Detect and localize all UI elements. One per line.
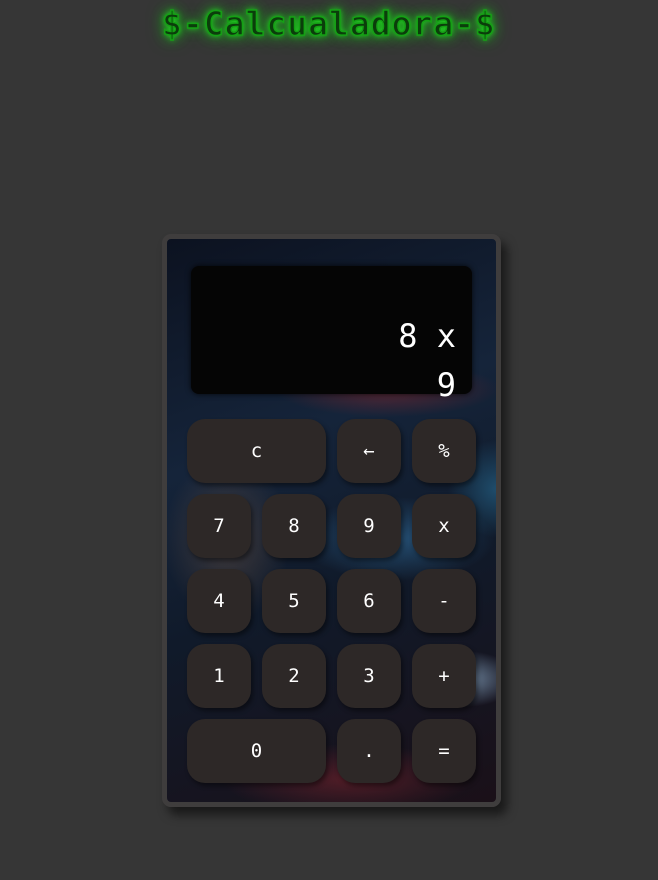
digit-7-button[interactable]: 7 <box>187 494 251 558</box>
subtract-button[interactable]: - <box>412 569 476 633</box>
digit-1-button[interactable]: 1 <box>187 644 251 708</box>
percent-button[interactable]: % <box>412 419 476 483</box>
digit-2-button[interactable]: 2 <box>262 644 326 708</box>
digit-8-button[interactable]: 8 <box>262 494 326 558</box>
backspace-button[interactable]: ← <box>337 419 401 483</box>
decimal-button[interactable]: . <box>337 719 401 783</box>
calculator-display: 8 x 9 <box>191 266 472 403</box>
page-title: $-Calcualadora-$ <box>161 3 496 44</box>
equals-button[interactable]: = <box>412 719 476 783</box>
digit-3-button[interactable]: 3 <box>337 644 401 708</box>
digit-6-button[interactable]: 6 <box>337 569 401 633</box>
multiply-button[interactable]: x <box>412 494 476 558</box>
current-value-display: 9 <box>436 366 456 404</box>
digit-5-button[interactable]: 5 <box>262 569 326 633</box>
add-button[interactable]: + <box>412 644 476 708</box>
digit-0-button[interactable]: 0 <box>187 719 326 783</box>
clear-button[interactable]: c <box>187 419 326 483</box>
calculator: 8 x 9 c ← % 7 8 9 x 4 5 6 - 1 2 3 + 0 . … <box>162 234 501 807</box>
digit-4-button[interactable]: 4 <box>187 569 251 633</box>
expression-display: 8 x <box>398 317 456 355</box>
digit-9-button[interactable]: 9 <box>337 494 401 558</box>
